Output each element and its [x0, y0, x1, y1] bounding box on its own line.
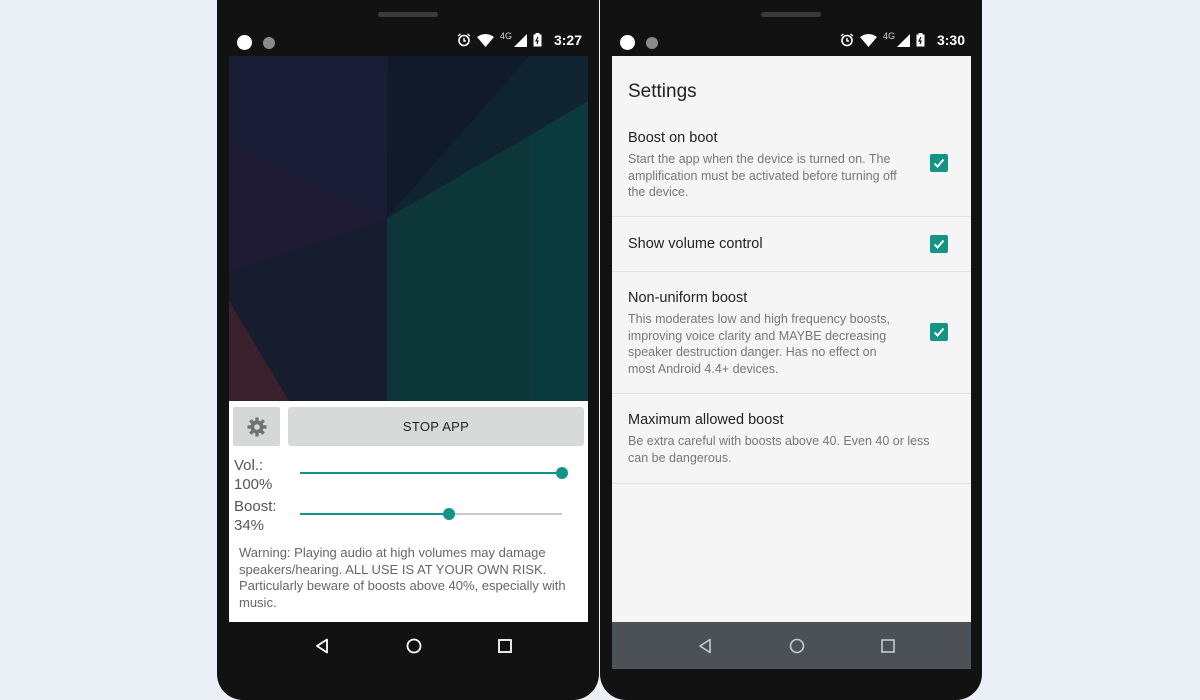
- checkbox-checked-icon[interactable]: [930, 323, 948, 341]
- clock: 3:27: [553, 32, 582, 48]
- pref-show-volume-control[interactable]: Show volume control: [612, 217, 971, 272]
- boost-slider-thumb[interactable]: [443, 508, 456, 520]
- network-type-label: 4G: [882, 31, 895, 41]
- phone-right: 4G 3:30 Settings Boost on boot Start the…: [600, 0, 982, 700]
- wallpaper: [229, 56, 588, 401]
- wifi-icon: [859, 33, 877, 47]
- volume-slider-fill: [300, 472, 562, 474]
- notification-dot-icon: [237, 35, 252, 50]
- pref-title: Non-uniform boost: [628, 290, 748, 306]
- phone-left: 4G 3:27 STOP APP Vol.: 100% Boost: 34% W…: [217, 0, 599, 700]
- recents-icon[interactable]: [881, 638, 895, 653]
- pref-summary: Start the app when the device is turned …: [628, 152, 897, 199]
- recents-icon[interactable]: [498, 638, 512, 653]
- volume-value: 100%: [234, 476, 273, 493]
- app-screen: STOP APP Vol.: 100% Boost: 34% Warning: …: [229, 56, 588, 622]
- home-icon[interactable]: [789, 638, 805, 654]
- battery-icon: [533, 33, 542, 47]
- status-bar: 4G 3:30: [612, 28, 971, 56]
- volume-slider[interactable]: [300, 467, 568, 479]
- boost-label-text: Boost:: [234, 498, 277, 515]
- back-icon[interactable]: [315, 638, 329, 654]
- boost-slider[interactable]: [300, 508, 562, 520]
- volume-slider-thumb[interactable]: [556, 467, 568, 479]
- wifi-icon: [476, 33, 494, 47]
- pref-non-uniform-boost[interactable]: Non-uniform boost This moderates low and…: [612, 272, 971, 394]
- pref-title: Show volume control: [628, 236, 763, 252]
- battery-icon: [916, 33, 925, 47]
- checkbox-checked-icon[interactable]: [930, 235, 948, 253]
- pref-boost-on-boot[interactable]: Boost on boot Start the app when the dev…: [612, 122, 971, 217]
- home-icon[interactable]: [406, 638, 422, 654]
- alarm-icon: [840, 33, 854, 47]
- navigation-bar: [612, 622, 971, 669]
- pref-summary: Be extra careful with boosts above 40. E…: [628, 434, 930, 465]
- warning-text: Warning: Playing audio at high volumes m…: [239, 545, 566, 610]
- alarm-icon: [457, 33, 471, 47]
- earpiece-speaker: [761, 12, 821, 17]
- pref-title: Maximum allowed boost: [628, 412, 784, 428]
- notification-dot-icon: [263, 37, 275, 49]
- volume-label-text: Vol.:: [234, 457, 264, 474]
- pref-title: Boost on boot: [628, 130, 718, 146]
- notification-dot-icon: [646, 37, 658, 49]
- boost-slider-fill: [300, 513, 450, 515]
- navigation-bar: [229, 622, 588, 669]
- pref-maximum-allowed-boost[interactable]: Maximum allowed boost Be extra careful w…: [612, 394, 971, 484]
- settings-screen: Settings Boost on boot Start the app whe…: [612, 56, 971, 622]
- settings-button[interactable]: [233, 407, 280, 446]
- signal-icon: [896, 33, 910, 47]
- boost-label: Boost: 34%: [234, 497, 277, 535]
- page-title: Settings: [628, 81, 697, 102]
- control-panel: STOP APP Vol.: 100% Boost: 34% Warning: …: [229, 401, 588, 622]
- checkbox-checked-icon[interactable]: [930, 154, 948, 172]
- back-icon[interactable]: [698, 638, 712, 654]
- status-bar: 4G 3:27: [229, 28, 588, 56]
- stop-app-button[interactable]: STOP APP: [288, 407, 584, 446]
- network-type-label: 4G: [499, 31, 512, 41]
- pref-summary: This moderates low and high frequency bo…: [628, 312, 890, 376]
- clock: 3:30: [936, 32, 965, 48]
- signal-icon: [513, 33, 527, 47]
- earpiece-speaker: [378, 12, 438, 17]
- boost-value: 34%: [234, 517, 265, 534]
- notification-dot-icon: [620, 35, 635, 50]
- gear-icon: [247, 417, 266, 436]
- volume-label: Vol.: 100%: [234, 456, 272, 494]
